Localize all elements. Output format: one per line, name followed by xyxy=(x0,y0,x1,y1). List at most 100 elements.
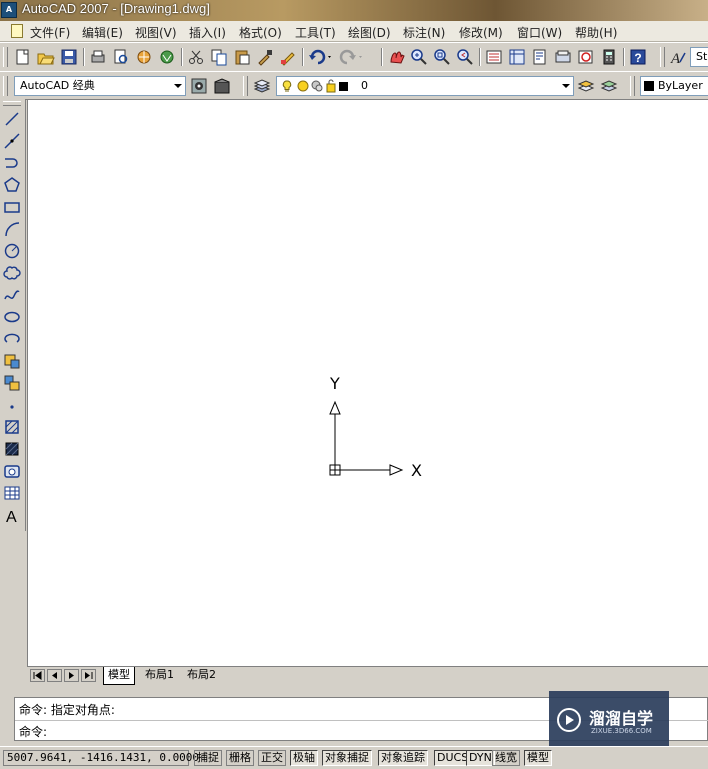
markup-icon[interactable] xyxy=(577,48,595,66)
polygon-icon[interactable] xyxy=(3,176,21,194)
text-style-dropdown[interactable]: St xyxy=(690,47,708,67)
gradient-icon[interactable] xyxy=(3,440,21,458)
autocad-app-icon[interactable]: A xyxy=(1,2,17,18)
rectangle-icon[interactable] xyxy=(3,198,21,216)
ellipse-icon[interactable] xyxy=(3,308,21,326)
workspace-value: AutoCAD 经典 xyxy=(20,79,95,92)
previous-tab-button[interactable] xyxy=(47,669,62,682)
help-icon[interactable]: ? xyxy=(629,48,647,66)
plot-preview-icon[interactable] xyxy=(112,48,130,66)
tool-palettes-icon[interactable] xyxy=(531,48,549,66)
dyn-toggle[interactable]: DYN xyxy=(466,750,495,766)
polar-toggle[interactable]: 极轴 xyxy=(290,750,318,766)
tab-model[interactable]: 模型 xyxy=(103,667,135,685)
make-block-icon[interactable] xyxy=(3,374,21,392)
redo-icon[interactable] xyxy=(339,48,365,66)
osnap-toggle[interactable]: 对象捕捉 xyxy=(322,750,372,766)
circle-icon[interactable] xyxy=(3,242,21,260)
new-icon[interactable] xyxy=(14,48,32,66)
spline-icon[interactable] xyxy=(3,286,21,304)
undo-icon[interactable] xyxy=(308,48,334,66)
save-icon[interactable] xyxy=(60,48,78,66)
sheet-set-icon[interactable] xyxy=(554,48,572,66)
make-object-layer-current-icon[interactable] xyxy=(577,77,595,95)
ellipse-arc-icon[interactable] xyxy=(3,330,21,348)
quickcalc-icon[interactable] xyxy=(600,48,618,66)
ortho-toggle[interactable]: 正交 xyxy=(258,750,286,766)
line-icon[interactable] xyxy=(3,110,21,128)
menu-view[interactable]: 视图(V) xyxy=(135,24,177,41)
otrack-toggle[interactable]: 对象追踪 xyxy=(378,750,428,766)
next-tab-button[interactable] xyxy=(64,669,79,682)
hatch-icon[interactable] xyxy=(3,418,21,436)
menu-file[interactable]: 文件(F) xyxy=(30,24,70,41)
lineweight-toggle[interactable]: 线宽 xyxy=(492,750,520,766)
point-icon[interactable] xyxy=(3,396,21,414)
coordinates-display[interactable]: 5007.9641, -1416.1431, 0.0000 xyxy=(3,750,199,766)
arc-icon[interactable] xyxy=(3,220,21,238)
first-icon xyxy=(33,671,42,680)
drawing-area[interactable]: Y X xyxy=(27,99,708,667)
design-center-icon[interactable] xyxy=(508,48,526,66)
toolbar-grip[interactable] xyxy=(3,101,21,106)
toolbar-separator xyxy=(479,48,481,66)
plot-icon[interactable] xyxy=(89,48,107,66)
polyline-icon[interactable] xyxy=(3,154,21,172)
toolbar-grip[interactable] xyxy=(243,76,248,96)
match-properties-icon[interactable] xyxy=(256,48,274,66)
open-icon[interactable] xyxy=(37,48,55,66)
grid-toggle[interactable]: 栅格 xyxy=(226,750,254,766)
properties-icon[interactable] xyxy=(485,48,503,66)
first-tab-button[interactable] xyxy=(30,669,45,682)
copy-icon[interactable] xyxy=(210,48,228,66)
draw-toolbar: A xyxy=(0,99,26,531)
zoom-realtime-icon[interactable] xyxy=(410,48,428,66)
layer-previous-icon[interactable] xyxy=(600,77,618,95)
block-editor-icon[interactable] xyxy=(279,48,297,66)
color-dropdown[interactable]: ByLayer xyxy=(640,76,708,96)
menu-tools[interactable]: 工具(T) xyxy=(295,24,336,41)
region-icon[interactable] xyxy=(3,462,21,480)
insert-block-icon[interactable] xyxy=(3,352,21,370)
menu-edit[interactable]: 编辑(E) xyxy=(82,24,123,41)
menu-insert[interactable]: 插入(I) xyxy=(189,24,226,41)
tab-layout1[interactable]: 布局1 xyxy=(141,667,178,684)
toolbar-grip[interactable] xyxy=(3,76,8,96)
model-toggle[interactable]: 模型 xyxy=(524,750,552,766)
zoom-previous-icon[interactable] xyxy=(456,48,474,66)
last-tab-button[interactable] xyxy=(81,669,96,682)
my-workspace-icon[interactable] xyxy=(213,77,231,95)
multiline-text-icon[interactable]: A xyxy=(3,506,21,524)
table-icon[interactable] xyxy=(3,484,21,502)
menu-help[interactable]: 帮助(H) xyxy=(575,24,617,41)
pan-icon[interactable] xyxy=(387,48,405,66)
toolbar-grip[interactable] xyxy=(630,76,635,96)
workspace-dropdown[interactable]: AutoCAD 经典 xyxy=(14,76,186,96)
menu-dimension[interactable]: 标注(N) xyxy=(403,24,445,41)
menu-draw[interactable]: 绘图(D) xyxy=(348,24,391,41)
zoom-window-icon[interactable] xyxy=(433,48,451,66)
toolbar-grip[interactable] xyxy=(3,47,8,67)
command-prompt[interactable]: 命令: xyxy=(19,723,47,740)
menu-format[interactable]: 格式(O) xyxy=(239,24,282,41)
layer-properties-manager-icon[interactable] xyxy=(253,77,271,95)
title-bar: A AutoCAD 2007 - [Drawing1.dwg] xyxy=(0,0,708,21)
layer-state-icons xyxy=(282,79,348,93)
revision-cloud-icon[interactable] xyxy=(3,264,21,282)
menu-window[interactable]: 窗口(W) xyxy=(517,24,562,41)
ucs-icon xyxy=(329,400,404,476)
tab-layout2[interactable]: 布局2 xyxy=(183,667,220,684)
workspace-settings-icon[interactable] xyxy=(190,77,208,95)
document-icon[interactable] xyxy=(11,24,23,38)
publish-icon[interactable] xyxy=(135,48,153,66)
menu-modify[interactable]: 修改(M) xyxy=(459,24,503,41)
construction-line-icon[interactable] xyxy=(3,132,21,150)
layer-dropdown[interactable]: 0 xyxy=(276,76,574,96)
snap-toggle[interactable]: 捕捉 xyxy=(194,750,222,766)
ucs-x-label: X xyxy=(411,461,422,480)
toolbar-grip[interactable] xyxy=(660,47,665,67)
3d-dwf-icon[interactable] xyxy=(158,48,176,66)
paste-icon[interactable] xyxy=(233,48,251,66)
cut-icon[interactable] xyxy=(187,48,205,66)
text-style-icon[interactable]: A xyxy=(669,48,687,66)
